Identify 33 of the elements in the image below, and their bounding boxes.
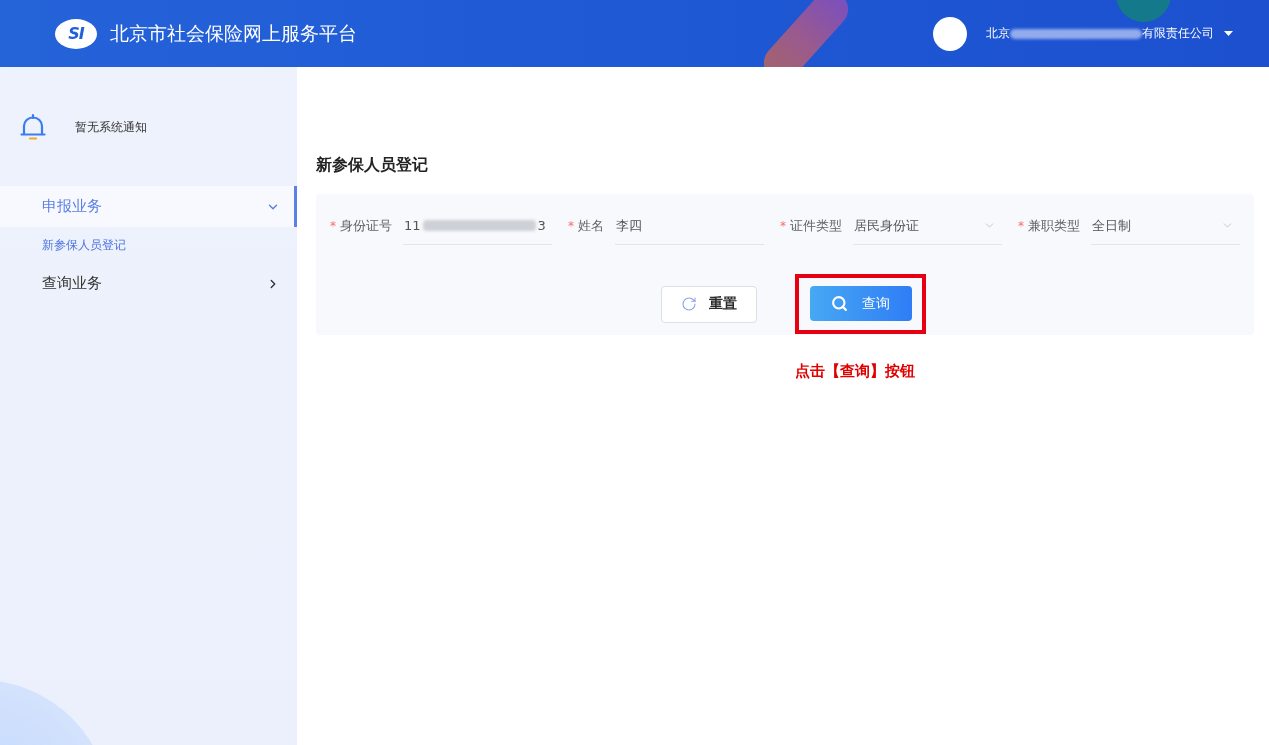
field-label: 兼职类型	[1028, 217, 1080, 235]
search-icon	[831, 295, 848, 312]
notice-text: 暂无系统通知	[75, 118, 147, 136]
company-name-text: 有限责任公司	[1142, 25, 1214, 42]
company-name-text: 北京	[986, 25, 1010, 42]
field-value: 李四	[616, 216, 642, 235]
required-asterisk: *	[1018, 219, 1024, 233]
submenu-item[interactable]: 新参保人员登记	[0, 227, 297, 263]
field-label: 证件类型	[790, 217, 842, 235]
page-title: 新参保人员登记	[316, 155, 428, 175]
bell-icon	[20, 113, 46, 141]
logo: SI	[55, 18, 97, 49]
refresh-icon	[680, 296, 697, 312]
field-value: 全日制	[1092, 216, 1131, 235]
caret-down-icon[interactable]	[1224, 31, 1233, 36]
select-field[interactable]: 居民身份证	[853, 207, 1002, 245]
menu-item[interactable]: 查询业务	[0, 263, 297, 304]
field-value: 3	[537, 218, 546, 233]
required-asterisk: *	[330, 219, 336, 233]
reset-button[interactable]: 重置	[660, 285, 757, 323]
avatar-icon[interactable]	[933, 16, 967, 51]
input-field[interactable]: 11 3	[403, 207, 552, 245]
required-asterisk: *	[780, 219, 786, 233]
field-label: 姓名	[578, 217, 604, 235]
field-value: 居民身份证	[854, 216, 919, 235]
menu-item[interactable]: 申报业务	[0, 186, 297, 227]
site-title: 北京市社会保险网上服务平台	[110, 20, 357, 46]
field-label: 身份证号	[340, 217, 392, 235]
field-value: 11	[404, 218, 421, 233]
annotation-text: 点击【查询】按钮	[795, 361, 915, 381]
required-asterisk: *	[568, 219, 574, 233]
select-field[interactable]: 全日制	[1091, 207, 1240, 245]
input-field[interactable]: 李四	[615, 207, 764, 245]
